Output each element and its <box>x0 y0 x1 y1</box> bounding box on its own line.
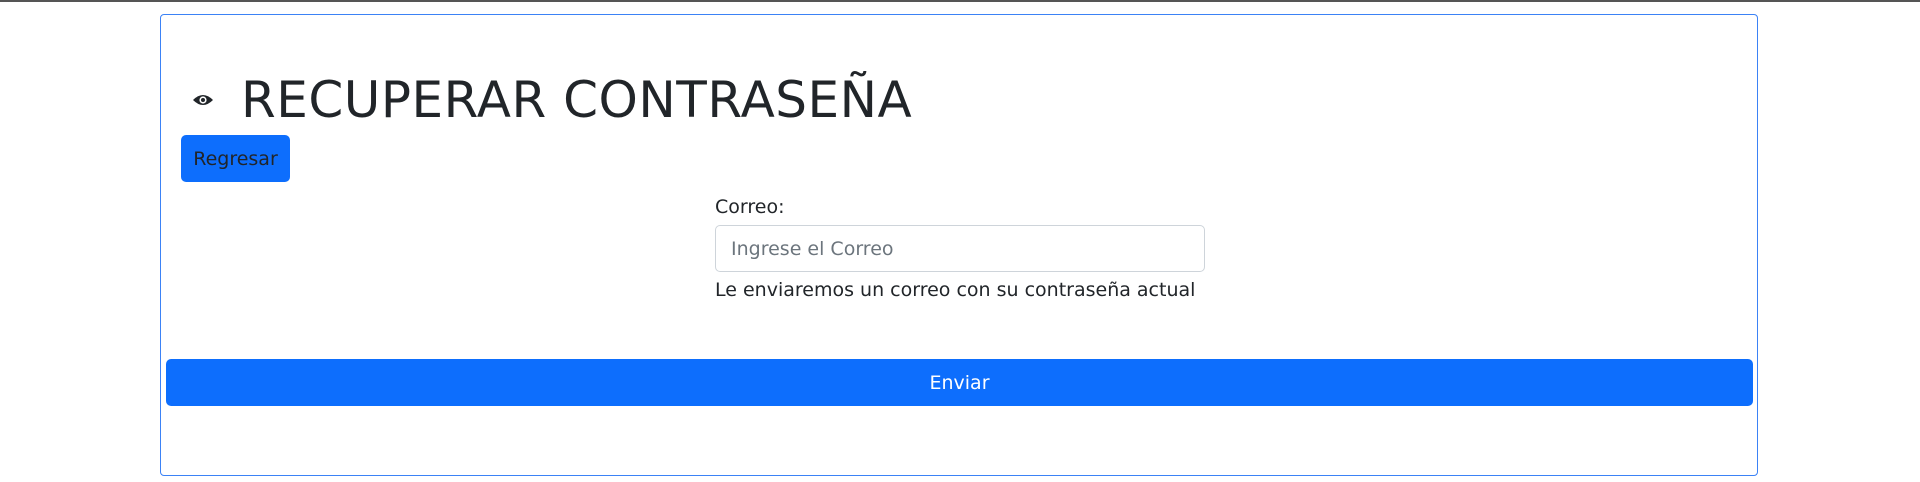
page-header: RECUPERAR CONTRASEÑA <box>191 55 912 145</box>
page-title: RECUPERAR CONTRASEÑA <box>241 71 913 129</box>
email-form-group: Correo: Le enviaremos un correo con su c… <box>715 195 1205 302</box>
email-input[interactable] <box>715 225 1205 272</box>
email-label: Correo: <box>715 196 785 218</box>
top-divider <box>0 0 1920 2</box>
eye-icon <box>191 88 215 112</box>
email-help-text: Le enviaremos un correo con su contraseñ… <box>715 279 1196 301</box>
back-button[interactable]: Regresar <box>181 135 290 182</box>
recovery-card: RECUPERAR CONTRASEÑA Regresar Correo: Le… <box>160 14 1758 476</box>
submit-button[interactable]: Enviar <box>166 359 1753 406</box>
